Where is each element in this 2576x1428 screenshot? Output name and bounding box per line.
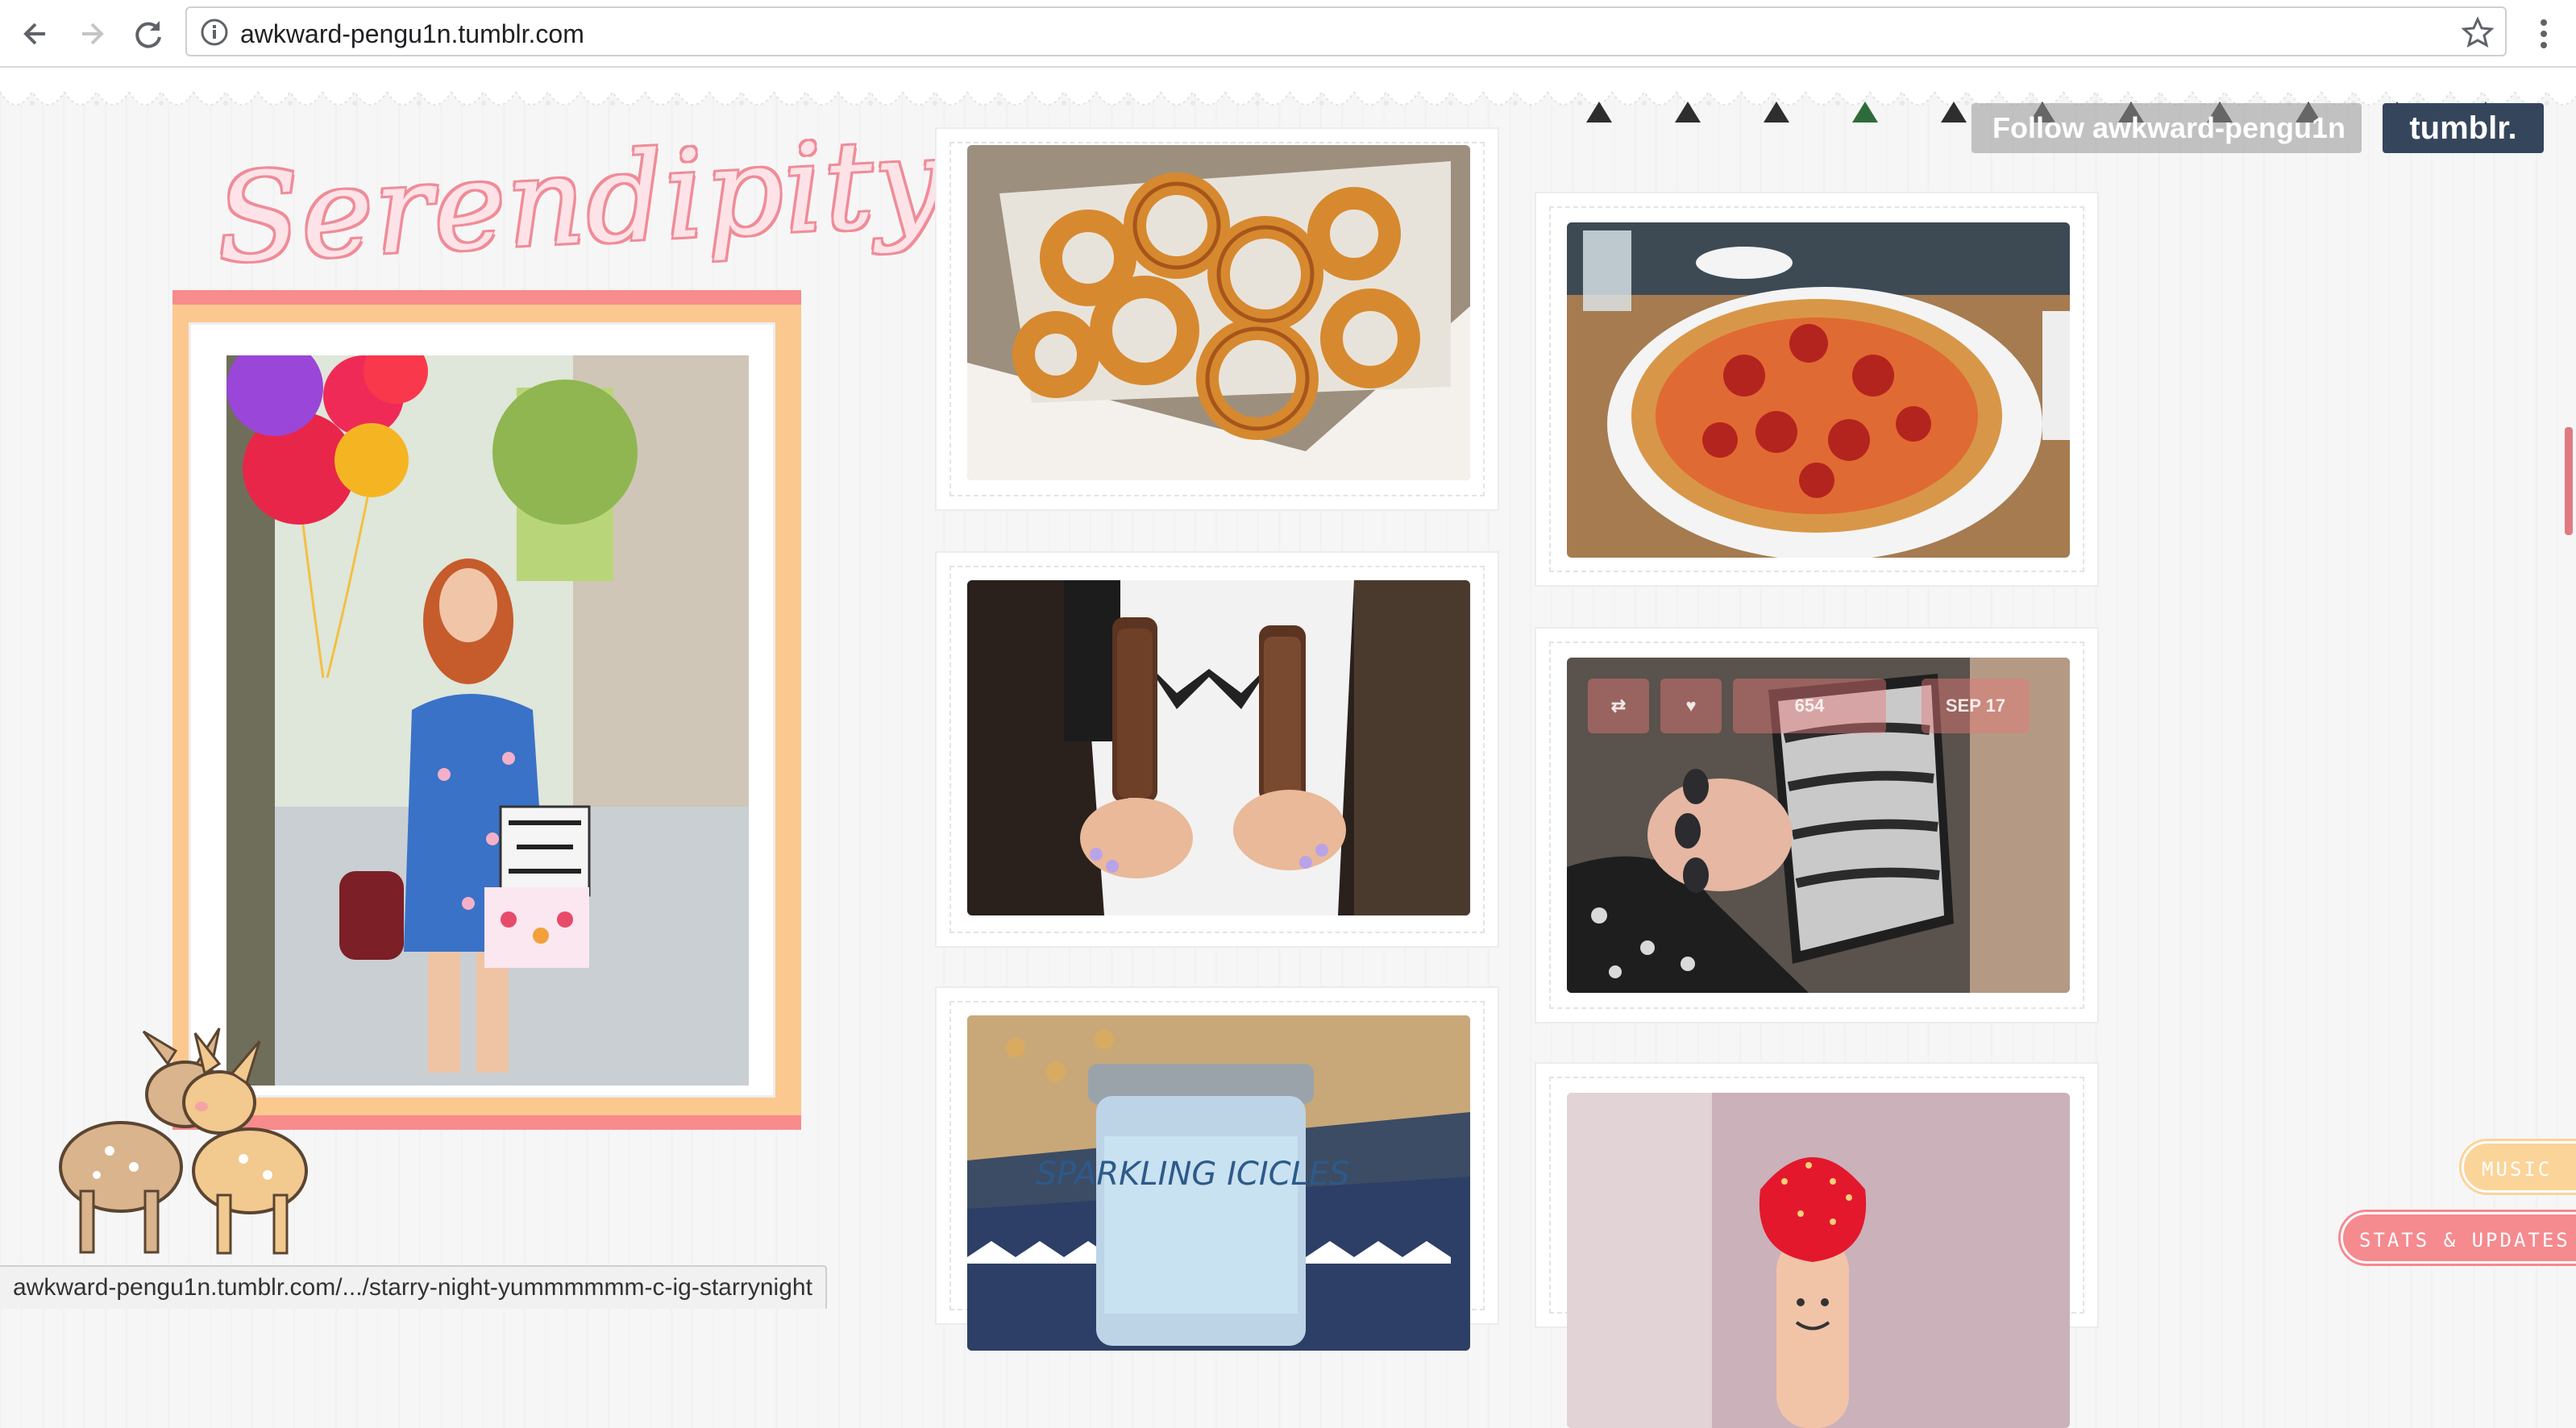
profile-frame-mat	[189, 322, 775, 1098]
reblog-icon[interactable]: ⇄	[1588, 679, 1649, 733]
post-chocolate-popsicles[interactable]	[935, 551, 1499, 948]
post-onion-rings[interactable]	[935, 127, 1499, 511]
url-text[interactable]: awkward-pengu1n.tumblr.com	[240, 19, 584, 49]
notes-count[interactable]: 654	[1733, 679, 1886, 733]
post-photo[interactable]	[967, 145, 1470, 480]
post-date[interactable]: SEP 17	[1922, 679, 2030, 733]
post-photo[interactable]	[1567, 1093, 2070, 1428]
address-bar[interactable]: awkward-pengu1n.tumblr.com	[185, 6, 2507, 56]
post-photo[interactable]	[967, 580, 1470, 915]
deer-pixel-art	[59, 1027, 308, 1255]
page-scrollbar[interactable]	[2565, 427, 2573, 535]
post-photo[interactable]	[1567, 222, 2070, 558]
tumblr-logo-button[interactable]: tumblr.	[2383, 103, 2544, 153]
music-button[interactable]: MUSIC	[2462, 1141, 2576, 1193]
star-icon[interactable]	[2461, 16, 2495, 48]
post-strawberry-finger[interactable]	[1535, 1062, 2099, 1428]
menu-dots-icon[interactable]	[2528, 11, 2560, 56]
candle-label-text: SPARKLING ICICLES	[1036, 1156, 1349, 1193]
follow-button[interactable]: Follow awkward-pengu1n	[1971, 103, 2362, 153]
browser-toolbar: awkward-pengu1n.tumblr.com	[0, 0, 2576, 68]
forward-arrow-icon[interactable]	[69, 11, 114, 56]
profile-photo	[226, 355, 749, 1086]
back-arrow-icon[interactable]	[13, 11, 58, 56]
post-hover-controls: ⇄ ♥ 654 SEP 17	[1588, 679, 2030, 733]
reload-icon[interactable]	[126, 11, 171, 56]
blog-title[interactable]: Serendipity	[214, 112, 948, 311]
post-pizza[interactable]	[1535, 192, 2099, 587]
profile-frame	[172, 290, 801, 1130]
status-bar-url: awkward-pengu1n.tumblr.com/.../starry-ni…	[0, 1265, 827, 1309]
info-icon[interactable]	[200, 18, 229, 47]
stats-updates-button[interactable]: STATS & UPDATES	[2341, 1212, 2576, 1264]
post-photo[interactable]: SPARKLING ICICLES	[967, 1015, 1470, 1351]
like-heart-icon[interactable]: ♥	[1660, 679, 1722, 733]
post-sparkling-icicles-candle[interactable]: SPARKLING ICICLES	[935, 986, 1499, 1351]
